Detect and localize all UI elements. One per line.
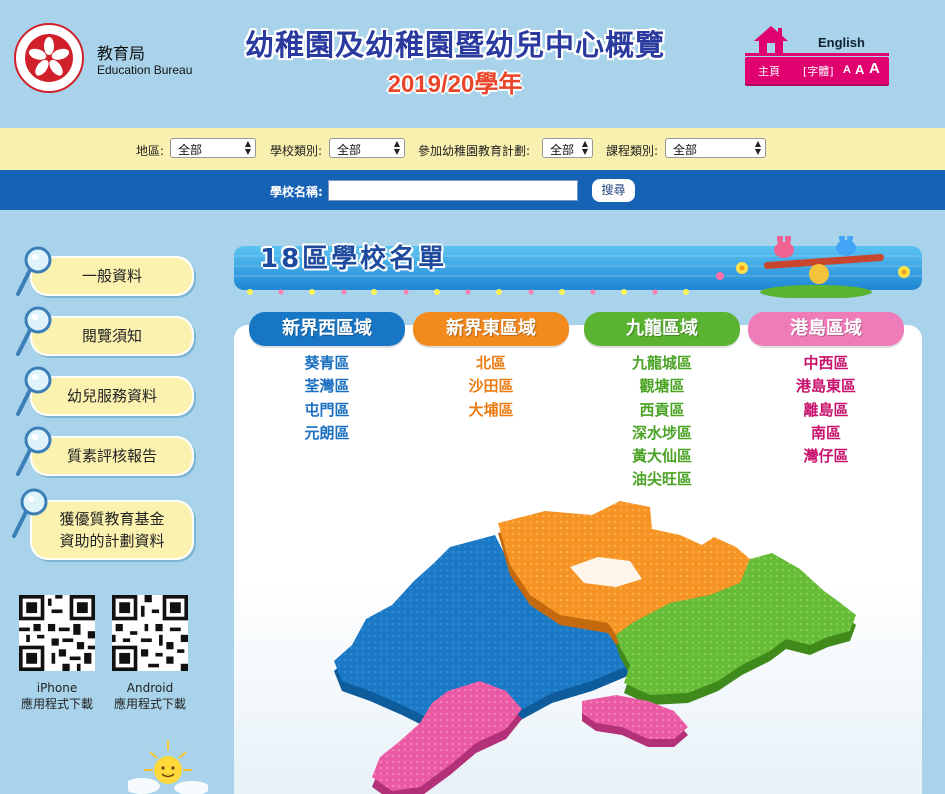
district-link[interactable]: 荃灣區 bbox=[249, 375, 405, 398]
region-hk-island[interactable]: 港島區域 bbox=[748, 312, 904, 346]
iphone-app-caption: iPhone 應用程式下載 bbox=[7, 680, 107, 712]
sidebar-item-label: 一般資料 bbox=[81, 267, 142, 285]
bureau-name-en: Education Bureau bbox=[97, 63, 193, 77]
magnifier-icon bbox=[16, 306, 52, 356]
sidebar-item-label: 資助的計劃資料 bbox=[59, 532, 165, 550]
sidebar-item-label: 閱覽須知 bbox=[81, 327, 142, 345]
district-link[interactable]: 西貢區 bbox=[584, 399, 740, 422]
bauhinia-emblem-icon bbox=[14, 23, 84, 93]
sidebar-item-label: 獲優質教育基金 bbox=[59, 510, 165, 528]
curriculum-select-value: 全部 bbox=[673, 143, 698, 157]
magnifier-icon bbox=[16, 426, 52, 476]
sidebar-item-label: 質素評核報告 bbox=[66, 447, 157, 465]
kg-scheme-filter-label: 參加幼稚園教育計劃: bbox=[418, 144, 531, 158]
region-label: 新界東區域 bbox=[446, 318, 536, 339]
select-arrows-icon: ▲ ▼ bbox=[393, 139, 400, 156]
home-link[interactable]: 主頁 bbox=[758, 63, 780, 79]
school-type-filter-label: 學校類別: bbox=[270, 144, 323, 158]
qr-code-icon[interactable] bbox=[112, 595, 188, 671]
district-link[interactable]: 九龍城區 bbox=[584, 352, 740, 375]
english-link[interactable]: English bbox=[818, 35, 865, 50]
district-link[interactable]: 北區 bbox=[413, 352, 569, 375]
home-icon[interactable] bbox=[752, 24, 790, 56]
utility-bar: 主頁 [字體] A A A bbox=[745, 53, 889, 84]
font-small-button[interactable]: A bbox=[843, 64, 851, 76]
qef-projects-button[interactable]: 獲優質教育基金 資助的計劃資料 bbox=[30, 500, 194, 560]
district-link[interactable]: 元朗區 bbox=[249, 422, 405, 445]
filter-bar: 地區: 全部 ▲ ▼ 學校類別: 全部 ▲ ▼ 參加幼稚園教育計劃: 全部 ▲ ▼ 課… bbox=[0, 128, 945, 170]
district-link[interactable]: 觀塘區 bbox=[584, 375, 740, 398]
region-label: 新界西區域 bbox=[282, 318, 372, 339]
android-app-caption: Android 應用程式下載 bbox=[100, 680, 200, 712]
region-kowloon[interactable]: 九龍區域 bbox=[584, 312, 740, 346]
search-button[interactable]: 搜尋 bbox=[592, 179, 635, 202]
app-platform-label: iPhone bbox=[36, 681, 78, 695]
bureau-name-zh: 教育局 bbox=[97, 44, 146, 63]
district-link[interactable]: 深水埗區 bbox=[584, 422, 740, 445]
select-arrows-icon: ▲ ▼ bbox=[754, 139, 761, 156]
page-header: 教育局 Education Bureau 幼稚園及幼稚園暨幼兒中心概覽 2019… bbox=[0, 0, 945, 128]
hong-kong-region-map bbox=[334, 501, 856, 794]
district-list-nt-east: 北區 沙田區 大埔區 bbox=[413, 352, 569, 422]
district-link[interactable]: 大埔區 bbox=[413, 399, 569, 422]
district-link[interactable]: 黃大仙區 bbox=[584, 445, 740, 468]
district-select-value: 全部 bbox=[178, 143, 203, 157]
select-arrows-icon: ▲ ▼ bbox=[581, 139, 588, 156]
curriculum-select[interactable]: 全部 ▲ ▼ bbox=[665, 138, 766, 158]
qr-code-icon[interactable] bbox=[19, 595, 95, 671]
region-nt-east[interactable]: 新界東區域 bbox=[413, 312, 569, 346]
district-link[interactable]: 油尖旺區 bbox=[584, 468, 740, 491]
district-link[interactable]: 葵青區 bbox=[249, 352, 405, 375]
district-link[interactable]: 南區 bbox=[748, 422, 904, 445]
kg-scheme-select-value: 全部 bbox=[550, 143, 575, 157]
district-list-title: 18區學校名單 bbox=[260, 244, 448, 274]
district-list-nt-west: 葵青區 荃灣區 屯門區 元朗區 bbox=[249, 352, 405, 445]
page-title: 幼稚園及幼稚園暨幼兒中心概覽 bbox=[244, 28, 665, 62]
district-link[interactable]: 離島區 bbox=[748, 399, 904, 422]
school-name-input[interactable] bbox=[328, 180, 578, 201]
font-large-button[interactable]: A bbox=[869, 60, 880, 77]
select-arrows-icon: ▲ ▼ bbox=[244, 139, 251, 156]
district-link[interactable]: 灣仔區 bbox=[748, 445, 904, 468]
district-link[interactable]: 中西區 bbox=[748, 352, 904, 375]
app-download-label: 應用程式下載 bbox=[113, 697, 186, 711]
region-label: 港島區域 bbox=[790, 318, 862, 339]
region-nt-west[interactable]: 新界西區域 bbox=[249, 312, 405, 346]
magnifier-icon bbox=[16, 366, 52, 416]
magnifier-icon bbox=[16, 246, 52, 296]
district-list-hk-island: 中西區 港島東區 離島區 南區 灣仔區 bbox=[748, 352, 904, 468]
district-select[interactable]: 全部 ▲ ▼ bbox=[170, 138, 256, 158]
font-medium-button[interactable]: A bbox=[855, 62, 864, 77]
district-list-kowloon: 九龍城區 觀塘區 西貢區 深水埗區 黃大仙區 油尖旺區 bbox=[584, 352, 740, 492]
search-bar: 學校名稱: 搜尋 bbox=[0, 170, 945, 210]
sun-icon bbox=[128, 740, 208, 794]
school-type-select-value: 全部 bbox=[337, 143, 362, 157]
app-platform-label: Android bbox=[126, 681, 174, 695]
font-size-label: [字體] bbox=[803, 65, 834, 78]
school-type-select[interactable]: 全部 ▲ ▼ bbox=[329, 138, 405, 158]
curriculum-filter-label: 課程類別: bbox=[606, 144, 659, 158]
sidebar-item-label: 幼兒服務資料 bbox=[66, 387, 157, 405]
district-filter-label: 地區: bbox=[136, 144, 165, 158]
district-link[interactable]: 港島東區 bbox=[748, 375, 904, 398]
magnifier-icon bbox=[12, 488, 48, 538]
app-download-label: 應用程式下載 bbox=[20, 697, 93, 711]
district-link[interactable]: 沙田區 bbox=[413, 375, 569, 398]
school-name-label: 學校名稱: bbox=[270, 185, 323, 199]
region-label: 九龍區域 bbox=[626, 318, 698, 339]
academic-year: 2019/20學年 bbox=[387, 71, 523, 98]
kg-scheme-select[interactable]: 全部 ▲ ▼ bbox=[542, 138, 593, 158]
district-link[interactable]: 屯門區 bbox=[249, 399, 405, 422]
